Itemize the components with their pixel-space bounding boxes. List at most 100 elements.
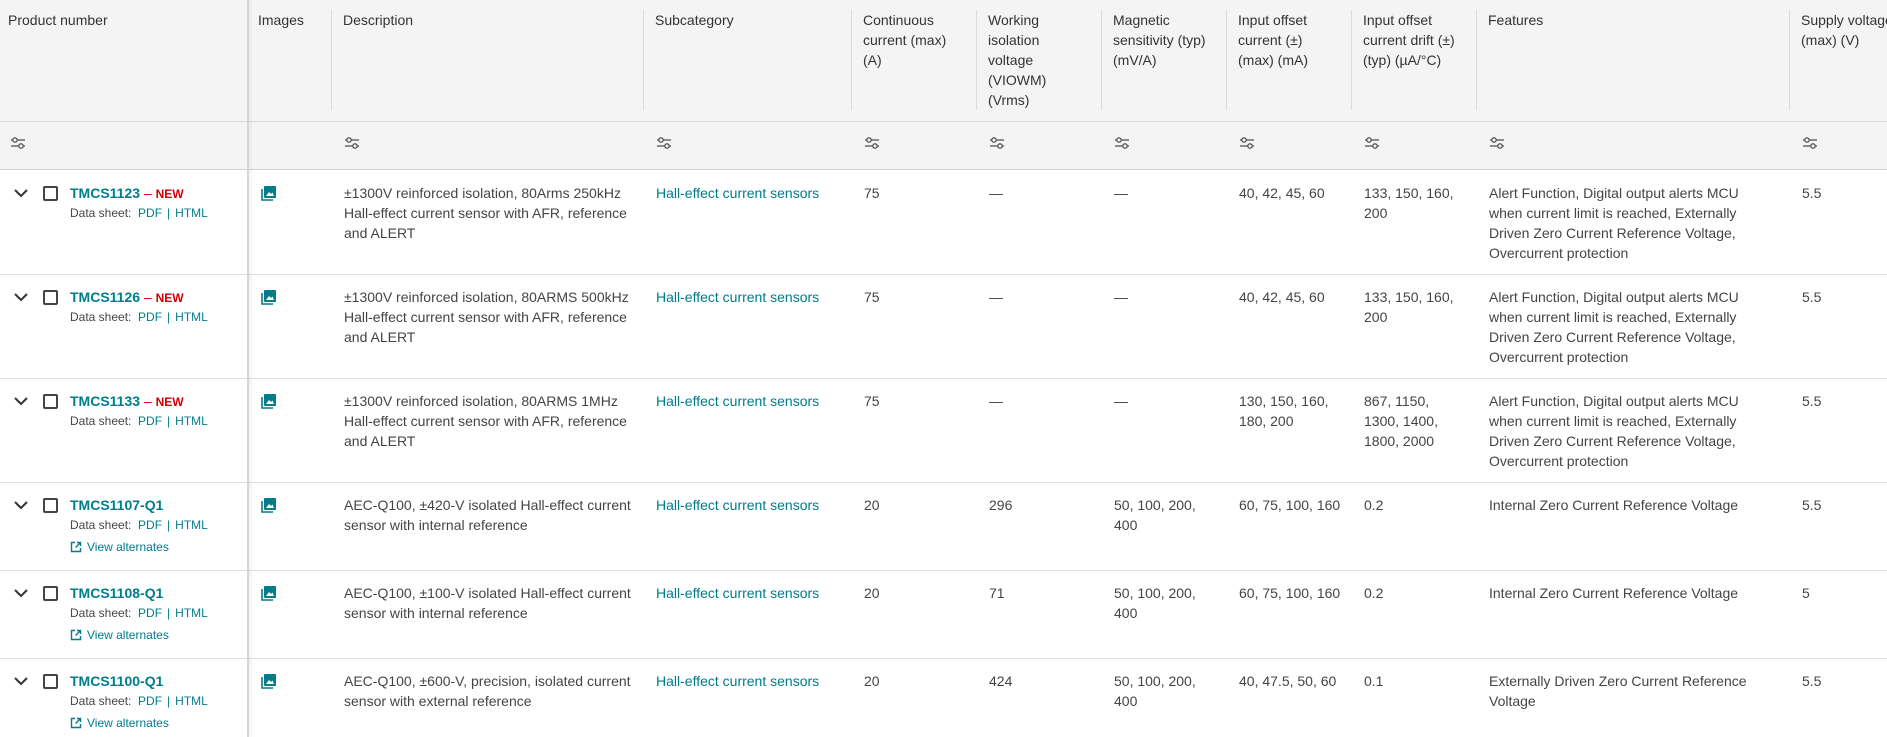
description-cell-line: ±1300V reinforced isolation, 80ARMS 1MHz — [344, 393, 618, 409]
filter-sliders-icon[interactable] — [10, 136, 26, 150]
description-cell-line: sensor with external reference — [344, 693, 532, 709]
image-icon[interactable] — [261, 185, 277, 201]
col-header-supply-voltage[interactable]: Supply voltage (max) (V) — [1801, 10, 1887, 50]
product-number-link[interactable]: TMCS1123 — [70, 185, 140, 201]
chevron-down-icon[interactable] — [13, 585, 29, 601]
datasheet-links: Data sheet: PDF | HTML — [70, 693, 208, 709]
product-number-link[interactable]: TMCS1126 — [70, 289, 140, 305]
col-divider — [851, 10, 852, 110]
description-cell-line: sensor with internal reference — [344, 517, 528, 533]
features-cell-line: Driven Zero Current Reference Voltage, — [1489, 225, 1736, 241]
col-header-input-offset-drift[interactable]: Input offset current drift (±) (typ) (µA/°… — [1363, 10, 1455, 70]
product-number-link[interactable]: TMCS1108-Q1 — [70, 585, 163, 601]
view-alternates-link[interactable]: View alternates — [70, 539, 169, 555]
datasheet-html-link[interactable]: HTML — [175, 694, 208, 708]
datasheet-html-link[interactable]: HTML — [175, 310, 208, 324]
magnetic-sensitivity-cell: 50, 100, 200, 400 — [1114, 495, 1219, 535]
col-header-description[interactable]: Description — [343, 10, 413, 30]
subcategory-link[interactable]: Hall-effect current sensors — [656, 671, 846, 691]
filter-sliders-icon[interactable] — [1364, 136, 1380, 150]
row-select-checkbox[interactable] — [43, 586, 58, 601]
chevron-down-icon[interactable] — [13, 497, 29, 513]
filter-sliders-icon[interactable] — [344, 136, 360, 150]
subcategory-link[interactable]: Hall-effect current sensors — [656, 583, 846, 603]
product-number-link[interactable]: TMCS1107-Q1 — [70, 497, 163, 513]
features-cell-line: when current limit is reached, Externall… — [1489, 309, 1737, 325]
chevron-down-icon[interactable] — [13, 185, 29, 201]
image-icon[interactable] — [261, 497, 277, 513]
datasheet-pdf-link[interactable]: PDF — [138, 518, 162, 532]
image-icon[interactable] — [261, 673, 277, 689]
header-line: Working — [988, 12, 1040, 28]
filter-sliders-icon[interactable] — [656, 136, 672, 150]
header-line: Supply voltage — [1801, 12, 1887, 28]
chevron-down-icon[interactable] — [13, 673, 29, 689]
col-header-subcategory[interactable]: Subcategory — [655, 10, 734, 30]
image-icon[interactable] — [261, 585, 277, 601]
input-offset-drift-cell-line: 133, 150, 160, — [1364, 289, 1454, 305]
datasheet-pdf-link[interactable]: PDF — [138, 206, 162, 220]
features-cell-line: when current limit is reached, Externall… — [1489, 205, 1737, 221]
table-row: TMCS1126 – NEW Data sheet: PDF | HTML ±1300V… — [0, 275, 1887, 379]
col-header-continuous-current[interactable]: Continuous current (max) (A) — [863, 10, 946, 70]
header-line: (Vrms) — [988, 92, 1030, 108]
col-header-product-number[interactable]: Product number — [8, 10, 108, 30]
continuous-current-cell: 75 — [864, 185, 880, 201]
features-cell-line: Voltage — [1489, 693, 1536, 709]
magnetic-sensitivity-cell: 50, 100, 200, 400 — [1114, 671, 1219, 711]
supply-voltage-cell: 5.5 — [1802, 497, 1822, 513]
description-cell: AEC-Q100, ±100-V isolated Hall-effect cu… — [344, 583, 639, 623]
row-select-checkbox[interactable] — [43, 674, 58, 689]
col-header-input-offset-current[interactable]: Input offset current (±) (max) (mA) — [1238, 10, 1308, 70]
chevron-down-icon[interactable] — [13, 393, 29, 409]
subcategory-link[interactable]: Hall-effect current sensors — [656, 183, 846, 203]
col-header-magnetic-sensitivity[interactable]: Magnetic sensitivity (typ) (mV/A) — [1113, 10, 1206, 70]
datasheet-pdf-link[interactable]: PDF — [138, 694, 162, 708]
row-select-checkbox[interactable] — [43, 394, 58, 409]
header-line: current drift (±) — [1363, 32, 1455, 48]
filter-sliders-icon[interactable] — [1802, 136, 1818, 150]
col-divider — [976, 10, 977, 110]
working-isolation-cell: — — [989, 289, 1003, 305]
filter-sliders-icon[interactable] — [1489, 136, 1505, 150]
datasheet-html-link[interactable]: HTML — [175, 518, 208, 532]
datasheet-html-link[interactable]: HTML — [175, 414, 208, 428]
continuous-current-cell: 75 — [864, 393, 880, 409]
header-line: current (±) — [1238, 32, 1303, 48]
view-alternates-label: View alternates — [87, 628, 169, 642]
filter-sliders-icon[interactable] — [1239, 136, 1255, 150]
magnetic-sensitivity-cell-line: — — [1114, 393, 1128, 409]
datasheet-pdf-link[interactable]: PDF — [138, 414, 162, 428]
datasheet-html-link[interactable]: HTML — [175, 606, 208, 620]
subcategory-link[interactable]: Hall-effect current sensors — [656, 495, 846, 515]
view-alternates-link[interactable]: View alternates — [70, 627, 169, 643]
input-offset-drift-cell-line: 0.2 — [1364, 585, 1384, 601]
row-select-checkbox[interactable] — [43, 290, 58, 305]
image-icon[interactable] — [261, 393, 277, 409]
filter-sliders-icon[interactable] — [864, 136, 880, 150]
datasheet-pdf-link[interactable]: PDF — [138, 310, 162, 324]
magnetic-sensitivity-cell-line: 400 — [1114, 517, 1138, 533]
features-cell-line: Alert Function, Digital output alerts MC… — [1489, 289, 1739, 305]
external-link-icon — [70, 541, 82, 553]
row-select-checkbox[interactable] — [43, 498, 58, 513]
input-offset-current-cell-line: 40, 42, 45, 60 — [1239, 289, 1325, 305]
col-header-features[interactable]: Features — [1488, 10, 1543, 30]
image-icon[interactable] — [261, 289, 277, 305]
datasheet-html-link[interactable]: HTML — [175, 206, 208, 220]
filter-sliders-icon[interactable] — [1114, 136, 1130, 150]
description-cell-line: Hall-effect current sensor with AFR, ref… — [344, 413, 627, 429]
supply-voltage-cell: 5.5 — [1802, 393, 1822, 409]
input-offset-drift-cell-line: 867, 1150, — [1364, 393, 1430, 409]
col-header-working-isolation[interactable]: Working isolation voltage (VIOWM) (Vrms) — [988, 10, 1046, 110]
subcategory-link[interactable]: Hall-effect current sensors — [656, 287, 846, 307]
chevron-down-icon[interactable] — [13, 289, 29, 305]
subcategory-link[interactable]: Hall-effect current sensors — [656, 391, 846, 411]
row-select-checkbox[interactable] — [43, 186, 58, 201]
datasheet-pdf-link[interactable]: PDF — [138, 606, 162, 620]
magnetic-sensitivity-cell: — — [1114, 391, 1219, 411]
product-number-link[interactable]: TMCS1100-Q1 — [70, 673, 163, 689]
view-alternates-link[interactable]: View alternates — [70, 715, 169, 731]
product-number-link[interactable]: TMCS1133 — [70, 393, 140, 409]
filter-sliders-icon[interactable] — [989, 136, 1005, 150]
